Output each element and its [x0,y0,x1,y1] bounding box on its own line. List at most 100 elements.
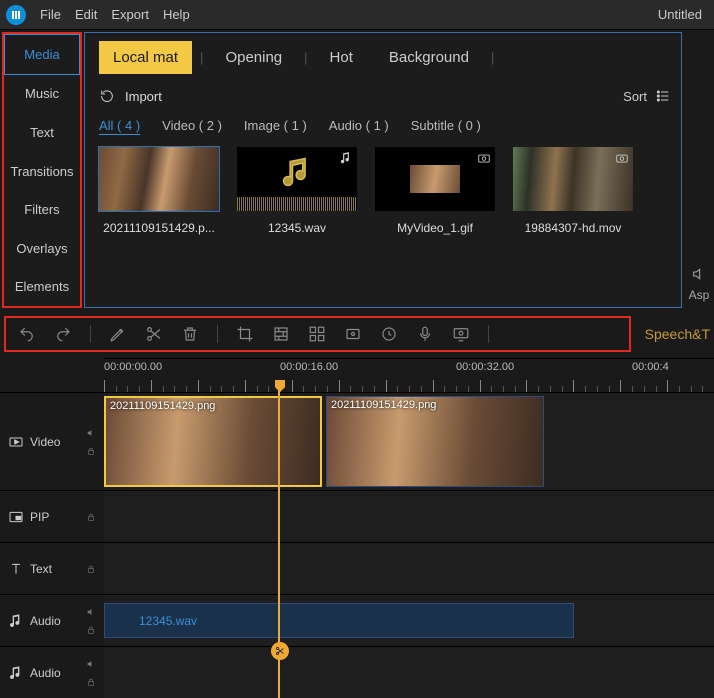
mute-icon[interactable] [86,607,96,617]
media-thumbnails: 20211109151429.p... 12345.wav MyVideo_1 [99,147,671,235]
lock-icon[interactable] [86,446,96,456]
time-mark: 00:00:00.00 [104,361,162,373]
speaker-icon[interactable] [691,266,707,282]
media-item[interactable]: 20211109151429.p... [99,147,219,235]
gif-thumbnail [410,165,460,193]
grid-icon[interactable] [308,325,326,343]
lock-icon[interactable] [86,512,96,522]
duration-icon[interactable] [380,325,398,343]
category-hot[interactable]: Hot [316,41,367,74]
video-clip[interactable]: 20211109151429.png [326,396,544,487]
track-label: PIP [30,510,49,524]
aspect-label[interactable]: Asp [689,288,710,302]
freeze-icon[interactable] [344,325,362,343]
video-track-icon [8,434,24,450]
edit-icon[interactable] [109,325,127,343]
camera-badge-icon [477,151,491,165]
clip-label: 20211109151429.png [110,400,215,412]
sidebar-tab-overlays[interactable]: Overlays [4,229,80,268]
clip-label: 20211109151429.png [331,399,436,411]
category-tabs: Local mat | Opening | Hot Background | [99,41,671,74]
lock-icon[interactable] [86,564,96,574]
filter-audio[interactable]: Audio ( 1 ) [329,118,389,133]
crop-icon[interactable] [236,325,254,343]
menu-file[interactable]: File [40,7,61,22]
sidebar: Media Music Text Transitions Filters Ove… [2,32,82,308]
text-track-icon [8,561,24,577]
speech-text-label[interactable]: Speech&T [645,326,710,342]
mosaic-icon[interactable] [272,325,290,343]
mute-icon[interactable] [86,428,96,438]
video-track: Video 20211109151429.png 20211109151429.… [0,392,714,490]
filter-all[interactable]: All ( 4 ) [99,118,140,133]
music-note-icon [279,154,315,190]
timeline-toolbar [4,316,631,352]
menubar: File Edit Export Help Untitled [0,0,714,30]
track-label: Video [30,435,60,449]
video-clip[interactable]: 20211109151429.png [104,396,322,487]
camera-badge-icon [615,151,629,165]
media-item[interactable]: 12345.wav [237,147,357,235]
app-logo [6,5,26,25]
clip-label: 12345.wav [105,614,197,628]
mute-icon[interactable] [86,659,96,669]
undo-icon[interactable] [18,325,36,343]
sidebar-tab-music[interactable]: Music [4,75,80,114]
sidebar-tab-transitions[interactable]: Transitions [4,152,80,191]
category-opening[interactable]: Opening [211,41,296,74]
category-local[interactable]: Local mat [99,41,192,74]
record-screen-icon[interactable] [452,325,470,343]
time-mark: 00:00:16.00 [280,361,338,373]
list-icon [655,88,671,104]
audio-track: Audio 12345.wav [0,594,714,646]
sidebar-tab-filters[interactable]: Filters [4,190,80,229]
lock-icon[interactable] [86,625,96,635]
project-title: Untitled [658,7,708,22]
media-filters: All ( 4 ) Video ( 2 ) Image ( 1 ) Audio … [99,118,671,133]
text-track: Text [0,542,714,594]
redo-icon[interactable] [54,325,72,343]
sort-button[interactable]: Sort [623,88,671,104]
track-label: Audio [30,614,61,628]
media-item[interactable]: MyVideo_1.gif [375,147,495,235]
import-label: Import [125,89,162,104]
import-button[interactable]: Import [99,88,162,104]
delete-icon[interactable] [181,325,199,343]
media-item-label: 12345.wav [237,221,357,235]
pip-track: PIP [0,490,714,542]
menu-edit[interactable]: Edit [75,7,97,22]
media-item-label: 19884307-hd.mov [513,221,633,235]
filter-subtitle[interactable]: Subtitle ( 0 ) [411,118,481,133]
timeline: 00:00:00.00 00:00:16.00 00:00:32.00 00:0… [0,358,714,698]
media-item[interactable]: 19884307-hd.mov [513,147,633,235]
lock-icon[interactable] [86,677,96,687]
category-background[interactable]: Background [375,41,483,74]
sidebar-tab-media[interactable]: Media [4,34,80,75]
menu-export[interactable]: Export [111,7,149,22]
media-item-label: MyVideo_1.gif [375,221,495,235]
time-mark: 00:00:32.00 [456,361,514,373]
time-ruler[interactable]: 00:00:00.00 00:00:16.00 00:00:32.00 00:0… [104,358,714,392]
audio-track-icon [8,665,24,681]
media-panel: Local mat | Opening | Hot Background | I… [84,32,682,308]
split-icon[interactable] [145,325,163,343]
audio-track: Audio [0,646,714,698]
sort-label: Sort [623,89,647,104]
image-thumbnail [99,147,219,211]
filter-video[interactable]: Video ( 2 ) [162,118,222,133]
import-icon [99,88,115,104]
menu-help[interactable]: Help [163,7,190,22]
sidebar-tab-text[interactable]: Text [4,113,80,152]
pip-track-icon [8,509,24,525]
sidebar-tab-elements[interactable]: Elements [4,267,80,306]
media-item-label: 20211109151429.p... [99,221,219,235]
track-label: Audio [30,666,61,680]
time-mark: 00:00:4 [632,361,669,373]
audio-track-icon [8,613,24,629]
right-edge-panel: Asp [684,30,714,310]
voiceover-icon[interactable] [416,325,434,343]
music-badge-icon [339,151,353,165]
audio-clip[interactable]: 12345.wav [104,603,574,638]
filter-image[interactable]: Image ( 1 ) [244,118,307,133]
track-label: Text [30,562,52,576]
